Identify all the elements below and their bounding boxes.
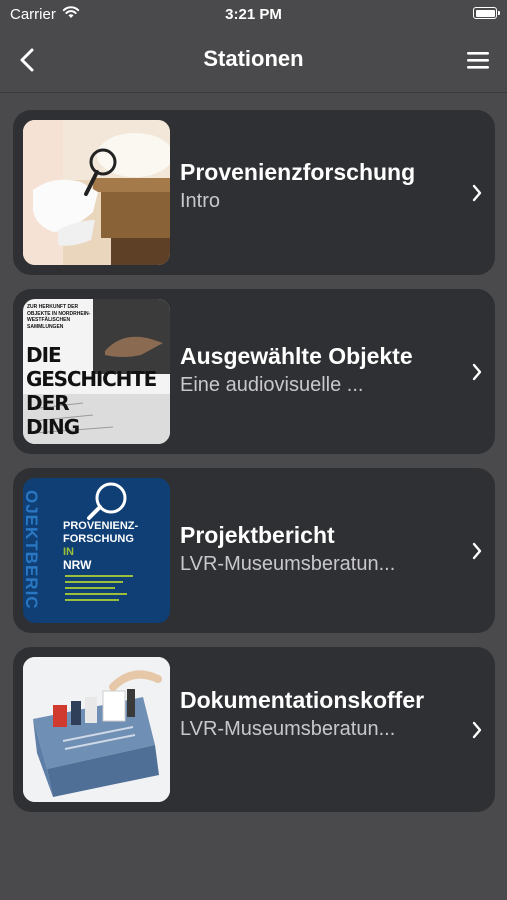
project-report-cover-thumbnail: OJEKTBERIC PROVENIENZ- FORSCHUNG IN NRW bbox=[23, 478, 170, 623]
station-title: Ausgewählte Objekte bbox=[180, 343, 413, 369]
chevron-right-icon bbox=[472, 542, 482, 560]
station-card-dokumentationskoffer[interactable]: Dokumentationskoffer LVR-Museumsberatun.… bbox=[13, 647, 495, 812]
thumbnail-headline-3: DER bbox=[26, 391, 70, 415]
chevron-right-icon bbox=[472, 363, 482, 381]
thumbnail-headline-1: DIE bbox=[26, 343, 62, 367]
cover-title-4: NRW bbox=[63, 558, 92, 572]
cover-title-3: IN bbox=[63, 546, 74, 558]
station-title: Provenienzforschung bbox=[180, 159, 416, 185]
station-subtitle: LVR-Museumsberatun... bbox=[180, 553, 396, 575]
cover-title-2: FORSCHUNG bbox=[63, 533, 134, 545]
page-title: Stationen bbox=[203, 46, 304, 71]
hamburger-menu-icon[interactable] bbox=[465, 48, 491, 72]
magnifier-research-thumbnail bbox=[23, 120, 170, 265]
clock: 3:21 PM bbox=[225, 6, 282, 23]
station-title: Projektbericht bbox=[180, 522, 335, 548]
thumbnail-caption: ZUR HERKUNFT DER OBJEKTE IN NORDRHEIN-WE… bbox=[27, 304, 91, 330]
thumbnail-headline-4: DING bbox=[26, 415, 80, 439]
documentation-case-thumbnail bbox=[23, 657, 170, 802]
station-list: Provenienzforschung Intro ZUR HERKUNFT D… bbox=[13, 110, 495, 826]
battery-icon bbox=[473, 7, 500, 19]
navigation-bar: Stationen bbox=[0, 30, 507, 92]
die-geschichte-der-dinge-thumbnail: ZUR HERKUNFT DER OBJEKTE IN NORDRHEIN-WE… bbox=[23, 299, 170, 444]
station-title: Dokumentationskoffer bbox=[180, 687, 425, 713]
chevron-right-icon bbox=[472, 184, 482, 202]
station-card-provenienzforschung[interactable]: Provenienzforschung Intro bbox=[13, 110, 495, 275]
station-subtitle: Intro bbox=[180, 190, 221, 212]
station-subtitle: LVR-Museumsberatun... bbox=[180, 718, 396, 740]
station-card-ausgewaehlte-objekte[interactable]: ZUR HERKUNFT DER OBJEKTE IN NORDRHEIN-WE… bbox=[13, 289, 495, 454]
magnifier-logo-icon bbox=[65, 482, 133, 601]
status-bar: Carrier 3:21 PM bbox=[0, 0, 507, 30]
thumbnail-headline-2: GESCHICHTE bbox=[26, 367, 157, 391]
chevron-right-icon bbox=[472, 721, 482, 739]
cover-title-1: PROVENIENZ- bbox=[63, 520, 139, 532]
station-card-projektbericht[interactable]: OJEKTBERIC PROVENIENZ- FORSCHUNG IN NRW … bbox=[13, 468, 495, 633]
station-subtitle: Eine audiovisuelle ... bbox=[180, 374, 364, 396]
